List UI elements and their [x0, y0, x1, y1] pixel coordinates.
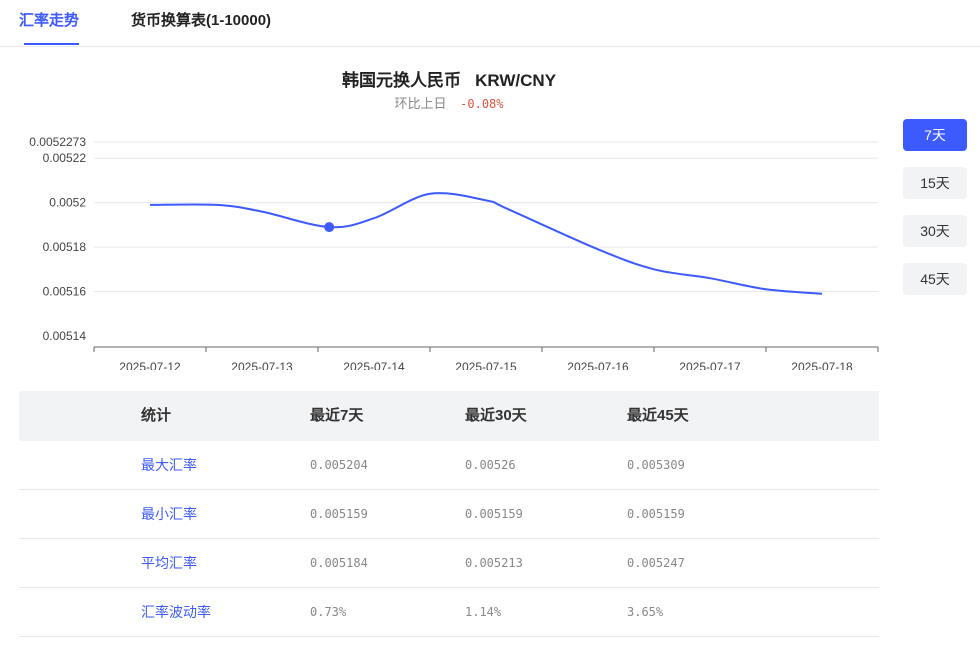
tab-rate-trend[interactable]: 汇率走势: [19, 9, 79, 30]
stats-row-min: 最小汇率 0.005159 0.005159 0.005159: [19, 490, 879, 539]
stat-value: 0.00526: [465, 458, 516, 472]
stat-value: 0.005247: [627, 556, 685, 570]
stat-value: 0.73%: [310, 605, 347, 619]
stat-name-volatility[interactable]: 汇率波动率: [141, 588, 211, 636]
x-tick-label: 2025-07-18: [791, 360, 853, 370]
change-summary: 环比上日 -0.08%: [0, 93, 898, 112]
stats-row-avg: 平均汇率 0.005184 0.005213 0.005247: [19, 539, 879, 588]
y-tick-label: 0.00514: [43, 329, 87, 343]
change-value: -0.08%: [460, 97, 504, 111]
stats-table: 统计 最近7天 最近30天 最近45天 最大汇率 0.005204 0.0052…: [19, 391, 879, 637]
stat-value: 0.005204: [310, 458, 368, 472]
y-tick-label: 0.00518: [43, 240, 87, 254]
header-45d: 最近45天: [627, 407, 689, 424]
stat-value: 1.14%: [465, 605, 502, 619]
range-button-30天[interactable]: 30天: [903, 215, 967, 247]
stat-name-max[interactable]: 最大汇率: [141, 441, 197, 489]
header-7d: 最近7天: [310, 407, 364, 424]
data-point-highlight: [324, 222, 335, 233]
header-stat: 统计: [141, 407, 172, 424]
x-tick-label: 2025-07-16: [567, 360, 629, 370]
x-tick-label: 2025-07-14: [343, 360, 405, 370]
x-tick-label: 2025-07-12: [119, 360, 181, 370]
range-button-7天[interactable]: 7天: [903, 119, 967, 151]
chart-title: 韩国元换人民币 KRW/CNY: [341, 71, 557, 90]
x-tick-label: 2025-07-15: [455, 360, 517, 370]
range-button-15天[interactable]: 15天: [903, 167, 967, 199]
series-line-krw-cny: [149, 192, 823, 295]
y-tick-label: 0.0052273: [29, 135, 86, 149]
stats-row-volatility: 汇率波动率 0.73% 1.14% 3.65%: [19, 588, 879, 637]
active-tab-indicator: [24, 43, 79, 45]
stats-header-row: 统计 最近7天 最近30天 最近45天: [19, 391, 879, 441]
stat-name-min[interactable]: 最小汇率: [141, 490, 197, 538]
stats-row-max: 最大汇率 0.005204 0.00526 0.005309: [19, 441, 879, 490]
range-button-45天[interactable]: 45天: [903, 263, 967, 295]
stat-value: 0.005159: [627, 507, 685, 521]
rate-line-chart[interactable]: 0.00514 0.00516 0.00518 0.0052 0.00522 0.0052…: [0, 120, 898, 370]
stat-value: 0.005213: [465, 556, 523, 570]
y-tick-label: 0.0052: [49, 196, 86, 210]
stat-value: 3.65%: [627, 605, 664, 619]
change-label: 环比上日: [394, 96, 447, 111]
y-tick-label: 0.00516: [43, 285, 87, 299]
y-tick-label: 0.00522: [43, 151, 87, 165]
header-30d: 最近30天: [465, 407, 527, 424]
stat-name-avg[interactable]: 平均汇率: [141, 539, 197, 587]
tab-bar: 汇率走势 货币换算表(1-10000): [0, 0, 980, 47]
stat-value: 0.005159: [465, 507, 523, 521]
stat-value: 0.005159: [310, 507, 368, 521]
stat-value: 0.005184: [310, 556, 368, 570]
stat-value: 0.005309: [627, 458, 685, 472]
x-tick-label: 2025-07-13: [231, 360, 293, 370]
x-tick-label: 2025-07-17: [679, 360, 741, 370]
tab-conversion-table[interactable]: 货币换算表(1-10000): [131, 9, 271, 30]
